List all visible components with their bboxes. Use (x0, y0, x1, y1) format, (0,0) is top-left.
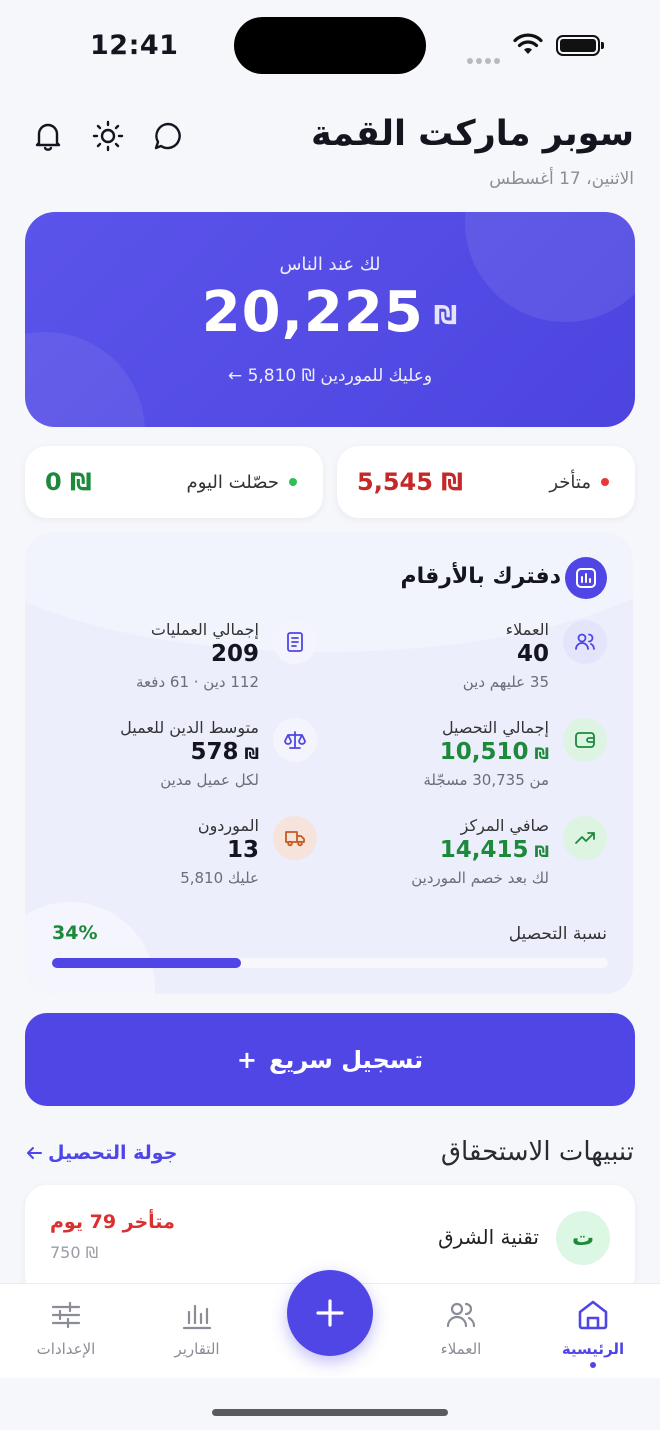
overdue-card[interactable]: 5,545 ₪ متأخر (337, 446, 635, 518)
receivables-amount: 20,225 ₪ (201, 280, 459, 345)
metric-label: صافي المركز (460, 816, 549, 835)
tab-customers[interactable]: العملاء (406, 1296, 516, 1358)
collection-rate-fill (52, 958, 242, 968)
metric-average-debt[interactable]: متوسط الدين للعميل 578 ₪ لكل عميل مدين (120, 718, 259, 789)
battery-icon (556, 35, 604, 56)
section-title: دفترك بالأرقام (400, 564, 561, 589)
tab-reports[interactable]: التقارير (142, 1296, 252, 1358)
dynamic-island (234, 17, 426, 74)
status-time: 12:41 (90, 30, 179, 61)
active-dot (590, 1362, 596, 1368)
metric-sub: عليك 5,810 (180, 869, 259, 887)
scale-icon (273, 718, 317, 762)
status-dot (289, 478, 297, 486)
truck-icon (273, 816, 317, 860)
status-bar: 12:41 (0, 0, 660, 92)
plus-icon (316, 1299, 344, 1327)
metric-label: إجمالي العمليات (150, 620, 259, 639)
metric-value: 10,510 ₪ (439, 739, 549, 765)
metric-sub: 35 عليهم دين (462, 673, 549, 691)
metric-suppliers[interactable]: الموردون 13 عليك 5,810 (180, 816, 259, 887)
signal-icon (467, 49, 503, 68)
users-icon (406, 1296, 516, 1334)
bell-icon[interactable] (30, 118, 66, 154)
metric-value: 209 (210, 641, 259, 667)
metric-sub: لك بعد خصم الموردين (411, 869, 549, 887)
tab-settings[interactable]: الإعدادات (11, 1296, 121, 1358)
sliders-icon (11, 1296, 121, 1334)
tab-label: العملاء (440, 1340, 482, 1358)
metric-net-position[interactable]: صافي المركز 14,415 ₪ لك بعد خصم الموردين (411, 816, 549, 887)
alert-customer-name: تقنية الشرق (438, 1225, 539, 1249)
home-indicator (212, 1409, 448, 1416)
chart-icon (565, 557, 607, 599)
receipt-icon (273, 620, 317, 664)
metric-sub: لكل عميل مدين (160, 771, 259, 789)
due-alerts-title: تنبيهات الاستحقاق (440, 1137, 634, 1167)
alert-amount: 750 ₪ (50, 1243, 99, 1262)
metric-label: إجمالي التحصيل (441, 718, 549, 737)
collected-today-label: حصّلت اليوم (187, 472, 297, 493)
metric-customers[interactable]: العملاء 40 35 عليهم دين (463, 620, 549, 691)
quick-record-button[interactable]: تسجيل سريع + (25, 1013, 635, 1106)
page-date: الاثنين، 17 أغسطس (489, 169, 634, 189)
collection-rate-value: 34% (52, 922, 98, 944)
avatar: ت (556, 1211, 610, 1265)
add-button[interactable] (287, 1270, 373, 1356)
metric-label: الموردون (197, 816, 259, 835)
metric-label: متوسط الدين للعميل (120, 718, 259, 737)
overdue-label: متأخر (549, 472, 609, 493)
collection-rate-bar (52, 958, 608, 968)
tab-home[interactable]: الرئيسية (538, 1296, 648, 1368)
home-icon (538, 1296, 648, 1334)
status-dot (601, 478, 609, 486)
trending-up-icon (563, 816, 607, 860)
collection-rate-label: نسبة التحصيل (508, 924, 607, 944)
card-decoration (25, 902, 155, 994)
alert-overdue-status: متأخر 79 يوم (50, 1211, 175, 1233)
suppliers-link[interactable]: وعليك للموردين ₪ 5,810 ← (25, 366, 635, 386)
quick-record-label: تسجيل سريع (268, 1045, 424, 1074)
ledger-numbers-card: دفترك بالأرقام العملاء 40 35 عليهم دين إ… (25, 532, 633, 994)
metric-total-operations[interactable]: إجمالي العمليات 209 112 دين · 61 دفعة (136, 620, 259, 691)
metric-label: العملاء (505, 620, 549, 639)
collection-tour-link[interactable]: جولة التحصيل (26, 1142, 177, 1164)
arrow-left-icon (27, 1147, 42, 1159)
header-actions (30, 118, 186, 154)
metric-value: 14,415 ₪ (439, 837, 549, 863)
metric-total-collection[interactable]: إجمالي التحصيل 10,510 ₪ من 30,735 مسجّلة (423, 718, 549, 789)
wallet-icon (563, 718, 607, 762)
chat-icon[interactable] (150, 118, 186, 154)
collected-today-value: 0 ₪ (45, 468, 92, 496)
metric-value: 13 (226, 837, 259, 863)
metric-value: 578 ₪ (190, 739, 259, 765)
tab-label: التقارير (174, 1340, 220, 1358)
tab-label: الرئيسية (561, 1340, 625, 1358)
metric-sub: 112 دين · 61 دفعة (136, 673, 259, 691)
page-title: سوبر ماركت القمة (310, 114, 634, 154)
tab-label: الإعدادات (36, 1340, 96, 1358)
metric-sub: من 30,735 مسجّلة (423, 771, 549, 789)
collected-today-card[interactable]: 0 ₪ حصّلت اليوم (25, 446, 323, 518)
receivables-label: لك عند الناس (279, 254, 381, 275)
users-icon (563, 620, 607, 664)
overdue-value: 5,545 ₪ (357, 468, 463, 496)
sun-icon[interactable] (90, 118, 126, 154)
metric-value: 40 (516, 641, 549, 667)
bar-chart-icon (142, 1296, 252, 1334)
plus-icon: + (236, 1045, 257, 1074)
receivables-card[interactable]: لك عند الناس 20,225 ₪ وعليك للموردين ₪ 5,… (25, 212, 635, 427)
wifi-icon (513, 33, 543, 54)
